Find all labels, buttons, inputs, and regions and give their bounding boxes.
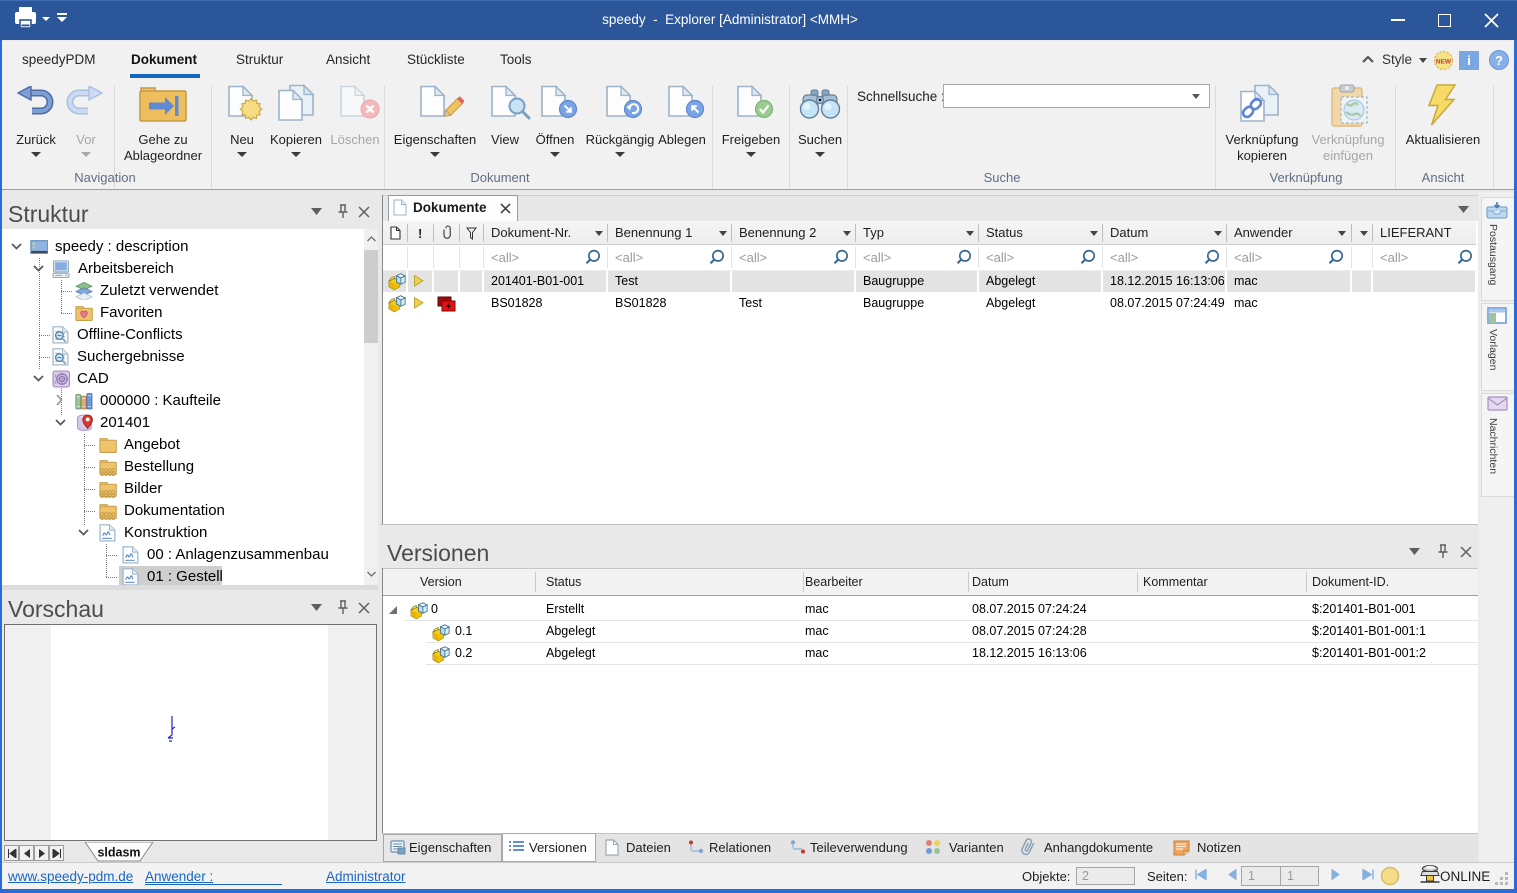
svg-text:sldasm: sldasm [97, 846, 140, 860]
svg-text:NEW: NEW [1436, 59, 1452, 66]
